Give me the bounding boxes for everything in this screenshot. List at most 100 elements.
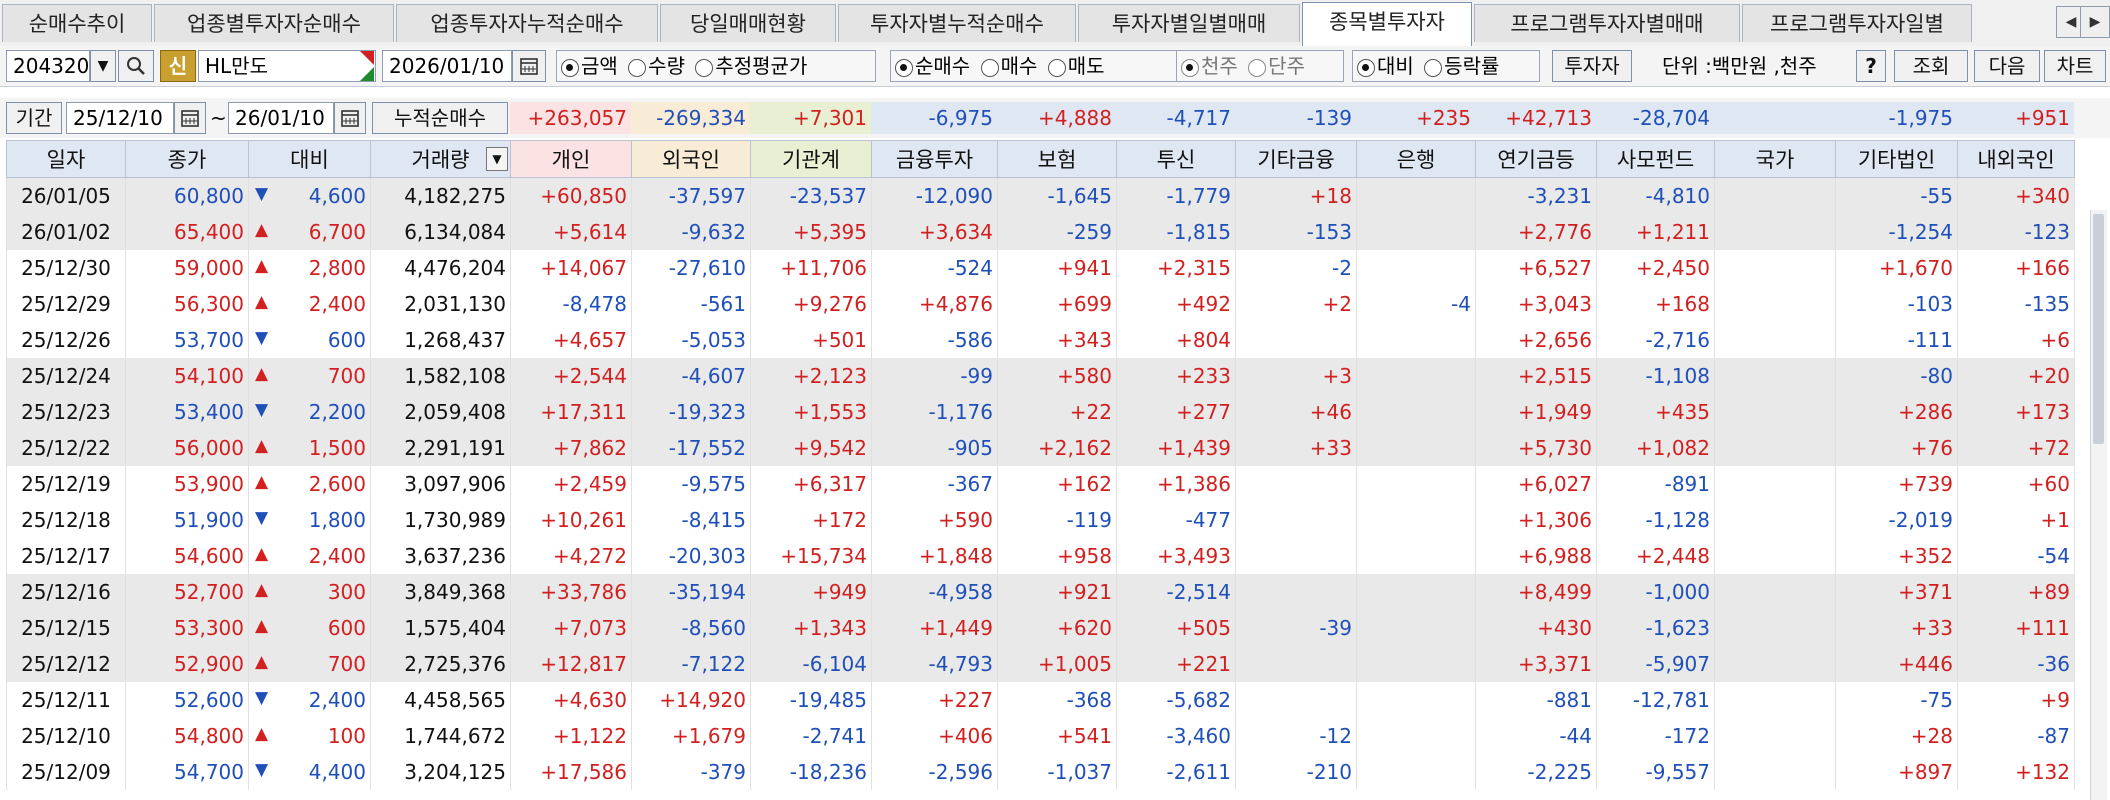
scrollbar-thumb[interactable] [2093,214,2104,444]
tab-sector-investor-cum-net-buy[interactable]: 업종투자자누적순매수 [396,4,658,42]
table-row[interactable]: 25/12/17 54,600 ▲ 2,400 3,637,236 +4,272 -20,3… [6,538,2075,574]
tab-investor-daily-trading[interactable]: 투자자별일별매매 [1078,4,1300,42]
tab-investor-cum-net-buy[interactable]: 투자자별누적순매수 [838,4,1076,42]
investor-button[interactable]: 투자자 [1552,50,1632,82]
table-row[interactable]: 25/12/29 56,300 ▲ 2,400 2,031,130 -8,478 -561 +… [6,286,2075,322]
search-icon[interactable] [118,50,154,82]
table-row[interactable]: 25/12/18 51,900 ▼ 1,800 1,730,989 +10,261 -8,4… [6,502,2075,538]
table-row[interactable]: 25/12/23 53,400 ▼ 2,200 2,059,408 +17,311 -19,… [6,394,2075,430]
cell-investment-trust: +2,315 [1116,250,1236,286]
col-nation[interactable]: 국가 [1714,140,1836,178]
col-change[interactable]: 대비 [248,140,371,178]
col-individual[interactable]: 개인 [510,140,632,178]
period-from-input[interactable]: 25/12/10 [66,102,174,134]
radio-compare[interactable] [1357,58,1375,77]
col-date[interactable]: 일자 [6,140,126,178]
radio-change-rate[interactable] [1424,58,1443,77]
help-button[interactable]: ? [1856,50,1886,82]
col-bank[interactable]: 은행 [1356,140,1476,178]
radio-single-shares[interactable] [1248,58,1267,77]
cell-institution: -23,537 [750,177,872,214]
table-row[interactable]: 25/12/24 54,100 ▲ 700 1,582,108 +2,544 -4,607 +… [6,358,2075,394]
col-close[interactable]: 종가 [125,140,249,178]
next-button[interactable]: 다음 [1974,50,2040,82]
cell-institution: -6,104 [750,646,872,682]
tab-sector-investor-net-buy[interactable]: 업종별투자자순매수 [154,4,394,42]
cell-bank [1356,177,1476,214]
col-insurance[interactable]: 보험 [997,140,1117,178]
cell-investment-trust: +505 [1116,610,1236,646]
col-investment-trust[interactable]: 투신 [1116,140,1236,178]
table-row[interactable]: 25/12/22 56,000 ▲ 1,500 2,291,191 +7,862 -17,5… [6,430,2075,466]
code-dropdown-icon[interactable]: ▼ [90,50,116,82]
cell-domestic-foreigner: +173 [1957,394,2075,430]
table-row[interactable]: 25/12/19 53,900 ▲ 2,600 3,097,906 +2,459 -9,57… [6,466,2075,502]
col-financial-investment[interactable]: 금융투자 [871,140,998,178]
table-row[interactable]: 25/12/12 52,900 ▲ 700 2,725,376 +12,817 -7,122… [6,646,2075,682]
query-button[interactable]: 조회 [1894,50,1968,82]
table-row[interactable]: 25/12/15 53,300 ▲ 600 1,575,404 +7,073 -8,560 +… [6,610,2075,646]
radio-amount-label: 금액 [581,54,618,78]
radio-thousand-shares[interactable] [1181,58,1199,77]
cell-other-financial: -210 [1235,754,1357,790]
cell-close: 59,000 [125,250,249,286]
vertical-scrollbar[interactable] [2090,210,2107,800]
stock-code-input[interactable]: 204320 [6,50,90,82]
radio-quantity[interactable] [628,58,647,77]
table-row[interactable]: 25/12/11 52,600 ▼ 2,400 4,458,565 +4,630 +14,9… [6,682,2075,718]
col-other-financial[interactable]: 기타금융 [1235,140,1357,178]
cell-close: 54,600 [125,538,249,574]
radio-net-buy[interactable] [895,58,913,77]
cell-individual: +7,073 [510,610,632,646]
cell-other-financial [1235,502,1357,538]
cell-foreign: -37,597 [631,177,751,214]
volume-dropdown-icon[interactable]: ▼ [486,147,508,171]
period-to-input[interactable]: 26/01/10 [228,102,334,134]
cell-other-corporation: +1,670 [1835,250,1958,286]
table-row[interactable]: 25/12/10 54,800 ▲ 100 1,744,672 +1,122 +1,679-… [6,718,2075,754]
stock-name-field[interactable]: HL만도 [198,50,376,82]
radio-est-avg-price[interactable] [695,58,714,77]
col-domestic-foreigner[interactable]: 내외국인 [1957,140,2075,178]
sum-nation [1714,102,1835,134]
to-calendar-icon[interactable] [334,102,366,134]
col-pension[interactable]: 연기금등 [1475,140,1597,178]
radio-buy[interactable] [980,58,999,77]
unit-label: 단위 :백만원 ,천주 [1662,54,1817,78]
sum-individual: +263,057 [510,102,631,134]
cell-foreign: +14,920 [631,682,751,718]
table-row[interactable]: 25/12/16 52,700 ▲ 300 3,849,368 +33,786 -35,19… [6,574,2075,610]
table-row[interactable]: 26/01/02 65,400 ▲ 6,700 6,134,084 +5,614 -9,63… [6,214,2075,250]
chart-button[interactable]: 차트 [2044,50,2106,82]
from-calendar-icon[interactable] [174,102,206,134]
tab-program-investor-daily[interactable]: 프로그램투자자일별 [1742,4,1972,42]
date-input[interactable]: 2026/01/10 [382,50,512,82]
cell-date: 25/12/22 [6,430,126,466]
col-volume[interactable]: 거래량 ▼ [370,140,511,178]
table-row[interactable]: 25/12/09 54,700 ▼ 4,400 3,204,125 +17,586 -379… [6,754,2075,790]
cell-domestic-foreigner: -135 [1957,286,2075,322]
cell-volume: 2,059,408 [370,394,511,430]
cell-pension: -44 [1475,718,1597,754]
radio-amount[interactable] [561,58,579,77]
table-row[interactable]: 25/12/26 53,700 ▼ 600 1,268,437 +4,657 -5,053 +… [6,322,2075,358]
col-private-fund[interactable]: 사모펀드 [1596,140,1715,178]
tab-program-investor-trading[interactable]: 프로그램투자자별매매 [1474,4,1740,42]
radio-sell[interactable] [1047,58,1066,77]
table-row[interactable]: 25/12/30 59,000 ▲ 2,800 4,476,204 +14,067 -27,… [6,250,2075,286]
cell-date: 26/01/02 [6,214,126,250]
cell-institution: +501 [750,322,872,358]
cell-domestic-foreigner: -123 [1957,214,2075,250]
cell-other-financial: -2 [1235,250,1357,286]
col-institution[interactable]: 기관계 [750,140,872,178]
new-stock-badge[interactable]: 신 [160,50,196,82]
calendar-icon[interactable] [512,50,546,82]
table-row[interactable]: 26/01/05 60,800 ▼ 4,600 4,182,275 +60,850 -37,… [6,177,2075,214]
tab-stock-investor[interactable]: 종목별투자자 [1302,2,1472,46]
col-other-corporation[interactable]: 기타법인 [1835,140,1958,178]
tab-next-icon[interactable]: ▶ [2080,6,2110,38]
col-foreign[interactable]: 외국인 [631,140,751,178]
tab-net-buy-trend[interactable]: 순매수추이 [2,4,152,42]
cell-nation [1714,718,1836,754]
tab-daily-trading-status[interactable]: 당일매매현황 [660,4,836,42]
